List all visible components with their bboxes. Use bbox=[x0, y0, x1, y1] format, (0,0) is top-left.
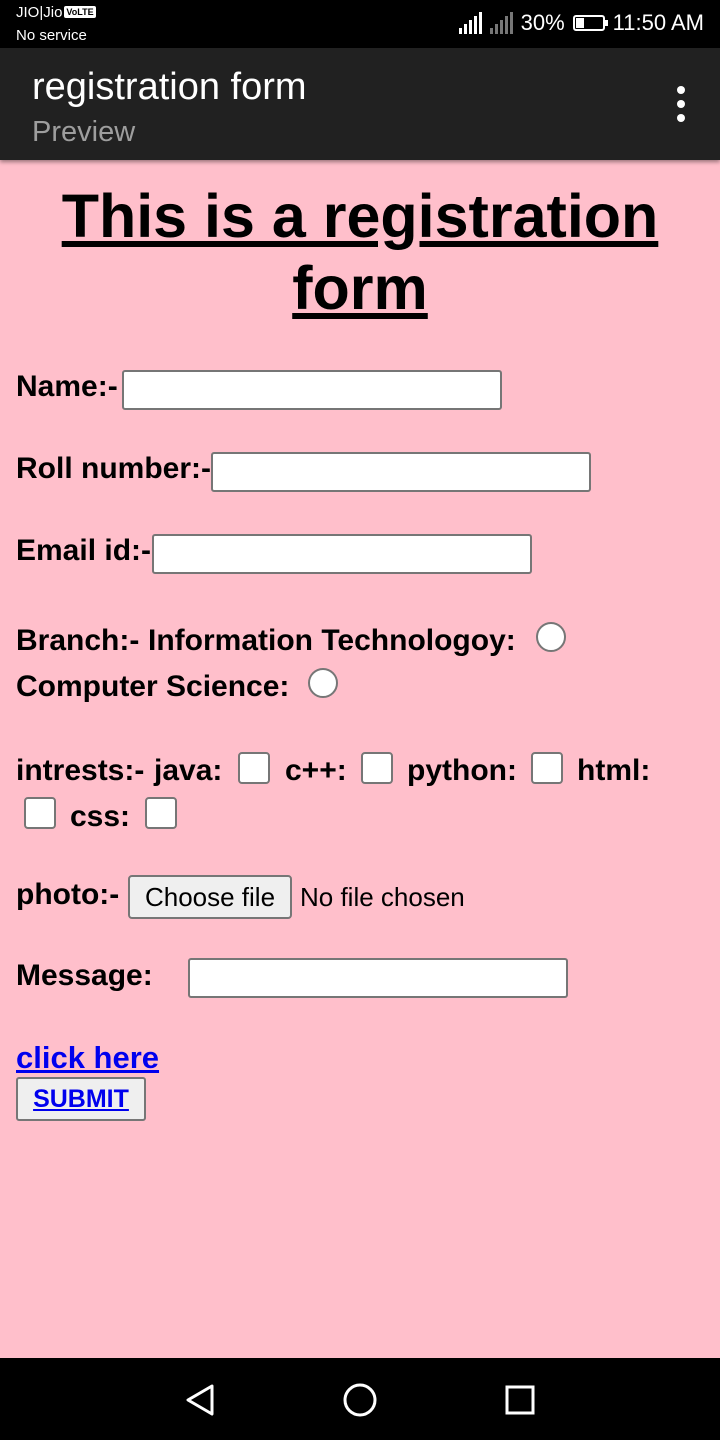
email-label: Email id:- bbox=[16, 534, 152, 567]
battery-icon bbox=[572, 15, 608, 31]
click-here-link[interactable]: click here bbox=[16, 1040, 159, 1076]
interest-java-checkbox[interactable] bbox=[238, 752, 270, 784]
interest-cpp-checkbox[interactable] bbox=[361, 752, 393, 784]
status-indicators: 30% 11:50 AM bbox=[458, 10, 704, 36]
carrier-name: JIO|Jio VoLTE bbox=[16, 4, 96, 21]
name-label: Name:- bbox=[16, 370, 118, 403]
choose-file-button[interactable]: Choose file bbox=[128, 875, 292, 919]
submit-button[interactable]: SUBMIT bbox=[16, 1077, 146, 1121]
name-input[interactable] bbox=[122, 370, 502, 410]
roll-number-label: Roll number:- bbox=[16, 452, 211, 485]
interest-html-label: html: bbox=[577, 754, 651, 787]
branch-option-cs-label: Computer Science: bbox=[16, 670, 290, 703]
interest-python-checkbox[interactable] bbox=[531, 752, 563, 784]
interest-cpp-label: c++: bbox=[285, 754, 347, 787]
interest-css-checkbox[interactable] bbox=[145, 797, 177, 829]
service-status: No service bbox=[16, 27, 87, 44]
file-status: No file chosen bbox=[300, 882, 465, 912]
interest-python-label: python: bbox=[407, 754, 517, 787]
system-nav-bar bbox=[0, 1358, 720, 1440]
roll-number-input[interactable] bbox=[211, 452, 591, 492]
home-icon[interactable] bbox=[342, 1382, 378, 1418]
more-vert-icon[interactable] bbox=[676, 86, 686, 122]
interest-css-label: css: bbox=[70, 800, 131, 833]
branch-cs-radio[interactable] bbox=[308, 668, 338, 698]
battery-percent: 30% bbox=[520, 10, 565, 35]
photo-label: photo:- bbox=[16, 878, 120, 911]
interest-html-checkbox[interactable] bbox=[24, 797, 56, 829]
form-page: This is a registration form Name:- Roll … bbox=[0, 160, 720, 1358]
branch-option-it-label: Information Technologoy: bbox=[148, 624, 516, 657]
message-label: Message: bbox=[16, 959, 153, 992]
no-signal-icon bbox=[489, 12, 513, 34]
branch-it-radio[interactable] bbox=[536, 622, 566, 652]
email-input[interactable] bbox=[152, 534, 532, 574]
status-bar: JIO|Jio VoLTE No service 30% 11:50 AM bbox=[0, 0, 720, 48]
app-subtitle: Preview bbox=[32, 116, 136, 148]
signal-icon bbox=[458, 12, 482, 34]
message-input[interactable] bbox=[188, 958, 568, 998]
volte-badge: VoLTE bbox=[64, 6, 96, 18]
app-title: registration form bbox=[32, 66, 307, 108]
page-title: This is a registration form bbox=[61, 182, 659, 322]
battery-fill bbox=[575, 18, 584, 28]
clock: 11:50 AM bbox=[612, 10, 704, 35]
interests-label: intrests:- bbox=[16, 754, 145, 787]
recents-icon[interactable] bbox=[502, 1382, 538, 1418]
back-icon[interactable] bbox=[182, 1382, 218, 1418]
app-bar: registration form Preview bbox=[0, 48, 720, 160]
branch-label: Branch:- bbox=[16, 624, 140, 657]
interest-java-label: java: bbox=[154, 754, 223, 787]
